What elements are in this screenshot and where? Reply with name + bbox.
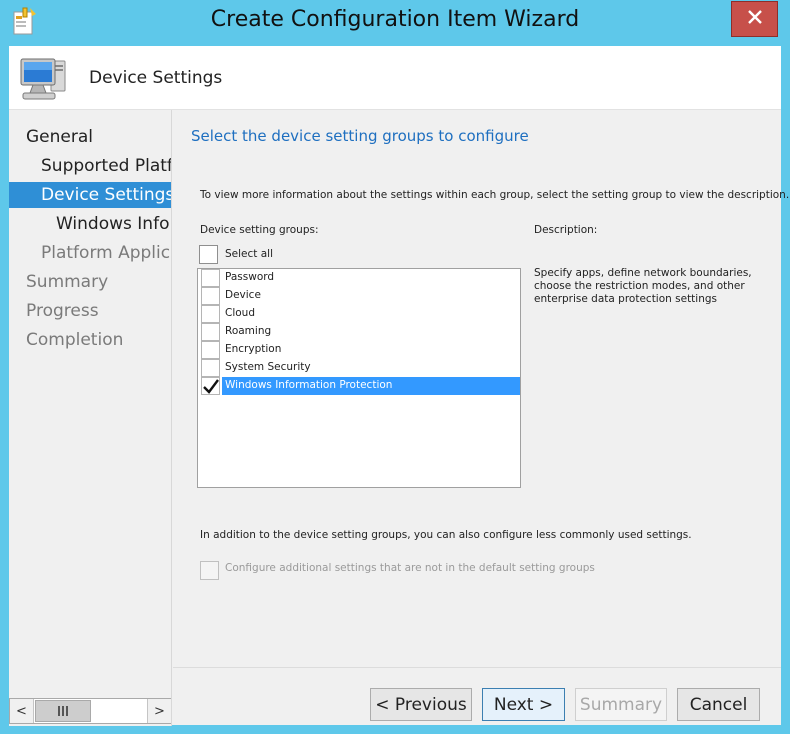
wizard-header: Device Settings [9, 46, 781, 109]
select-all-checkbox[interactable] [199, 245, 218, 264]
device-setting-groups-list[interactable]: Password Device Cloud Roaming Encryption [197, 268, 521, 488]
nav-item-progress: Progress [26, 301, 99, 321]
group-label: Password [225, 271, 275, 283]
checkmark-icon [202, 379, 220, 399]
page-title: Select the device setting groups to conf… [191, 127, 529, 145]
wizard-nav-pane: General Supported Platforms Device Setti… [9, 110, 172, 726]
grip-icon [56, 702, 70, 721]
scroll-right-button[interactable]: > [147, 699, 171, 723]
additional-settings-label: Configure additional settings that are n… [225, 562, 595, 574]
group-checkbox[interactable] [201, 305, 220, 323]
group-checkbox-checked[interactable] [201, 377, 220, 395]
nav-item-windows-information-protection[interactable]: Windows Information Protection [9, 211, 171, 237]
additional-settings-text: In addition to the device setting groups… [200, 529, 692, 541]
close-icon [747, 9, 763, 29]
group-checkbox[interactable] [201, 323, 220, 341]
list-item-device[interactable]: Device [198, 287, 520, 305]
wizard-body: General Supported Platforms Device Setti… [9, 109, 789, 726]
computer-monitor-icon [17, 53, 73, 103]
scroll-thumb[interactable] [35, 700, 91, 722]
additional-settings-checkbox[interactable] [200, 561, 219, 580]
groups-label: Device setting groups: [200, 224, 319, 236]
title-bar[interactable]: Create Configuration Item Wizard [0, 0, 790, 46]
list-item-encryption[interactable]: Encryption [198, 341, 520, 359]
group-checkbox[interactable] [201, 359, 220, 377]
footer-divider [173, 667, 781, 668]
nav-item-general[interactable]: General [9, 124, 171, 150]
chevron-right-icon: > [154, 703, 165, 719]
group-label: Windows Information Protection [222, 377, 520, 395]
group-checkbox[interactable] [201, 287, 220, 305]
nav-horizontal-scrollbar[interactable]: < > [9, 698, 171, 724]
nav-item-completion: Completion [26, 330, 124, 350]
nav-item-summary: Summary [26, 272, 109, 292]
group-label: Cloud [225, 307, 255, 319]
previous-button[interactable]: < Previous [370, 688, 472, 721]
group-label: Device [225, 289, 261, 301]
cancel-button[interactable]: Cancel [677, 688, 760, 721]
wizard-window: Create Configuration Item Wizard Device … [0, 0, 790, 734]
next-button[interactable]: Next > [482, 688, 565, 721]
group-label: System Security [225, 361, 311, 373]
intro-text: To view more information about the setti… [200, 189, 790, 201]
chevron-left-icon: < [16, 703, 27, 719]
nav-item-device-settings[interactable]: Device Settings [9, 182, 171, 208]
nav-item-platform-applicability: Platform Applicability [41, 243, 171, 263]
list-item-system-security[interactable]: System Security [198, 359, 520, 377]
window-title: Create Configuration Item Wizard [210, 7, 580, 32]
group-label: Encryption [225, 343, 282, 355]
close-button[interactable] [731, 1, 778, 37]
page-header-title: Device Settings [89, 68, 223, 88]
list-item-windows-information-protection[interactable]: Windows Information Protection [198, 377, 520, 395]
nav-item-supported-platforms[interactable]: Supported Platforms [9, 153, 171, 179]
list-item-password[interactable]: Password [198, 269, 520, 287]
select-all-label[interactable]: Select all [225, 248, 273, 260]
list-item-roaming[interactable]: Roaming [198, 323, 520, 341]
main-panel: Select the device setting groups to conf… [173, 110, 789, 726]
group-label: Roaming [225, 325, 272, 337]
group-checkbox[interactable] [201, 341, 220, 359]
scroll-left-button[interactable]: < [10, 699, 34, 723]
summary-button: Summary [575, 688, 667, 721]
description-label: Description: [534, 224, 598, 236]
description-text: Specify apps, define network boundaries,… [534, 267, 752, 305]
list-item-cloud[interactable]: Cloud [198, 305, 520, 323]
group-checkbox[interactable] [201, 269, 220, 287]
